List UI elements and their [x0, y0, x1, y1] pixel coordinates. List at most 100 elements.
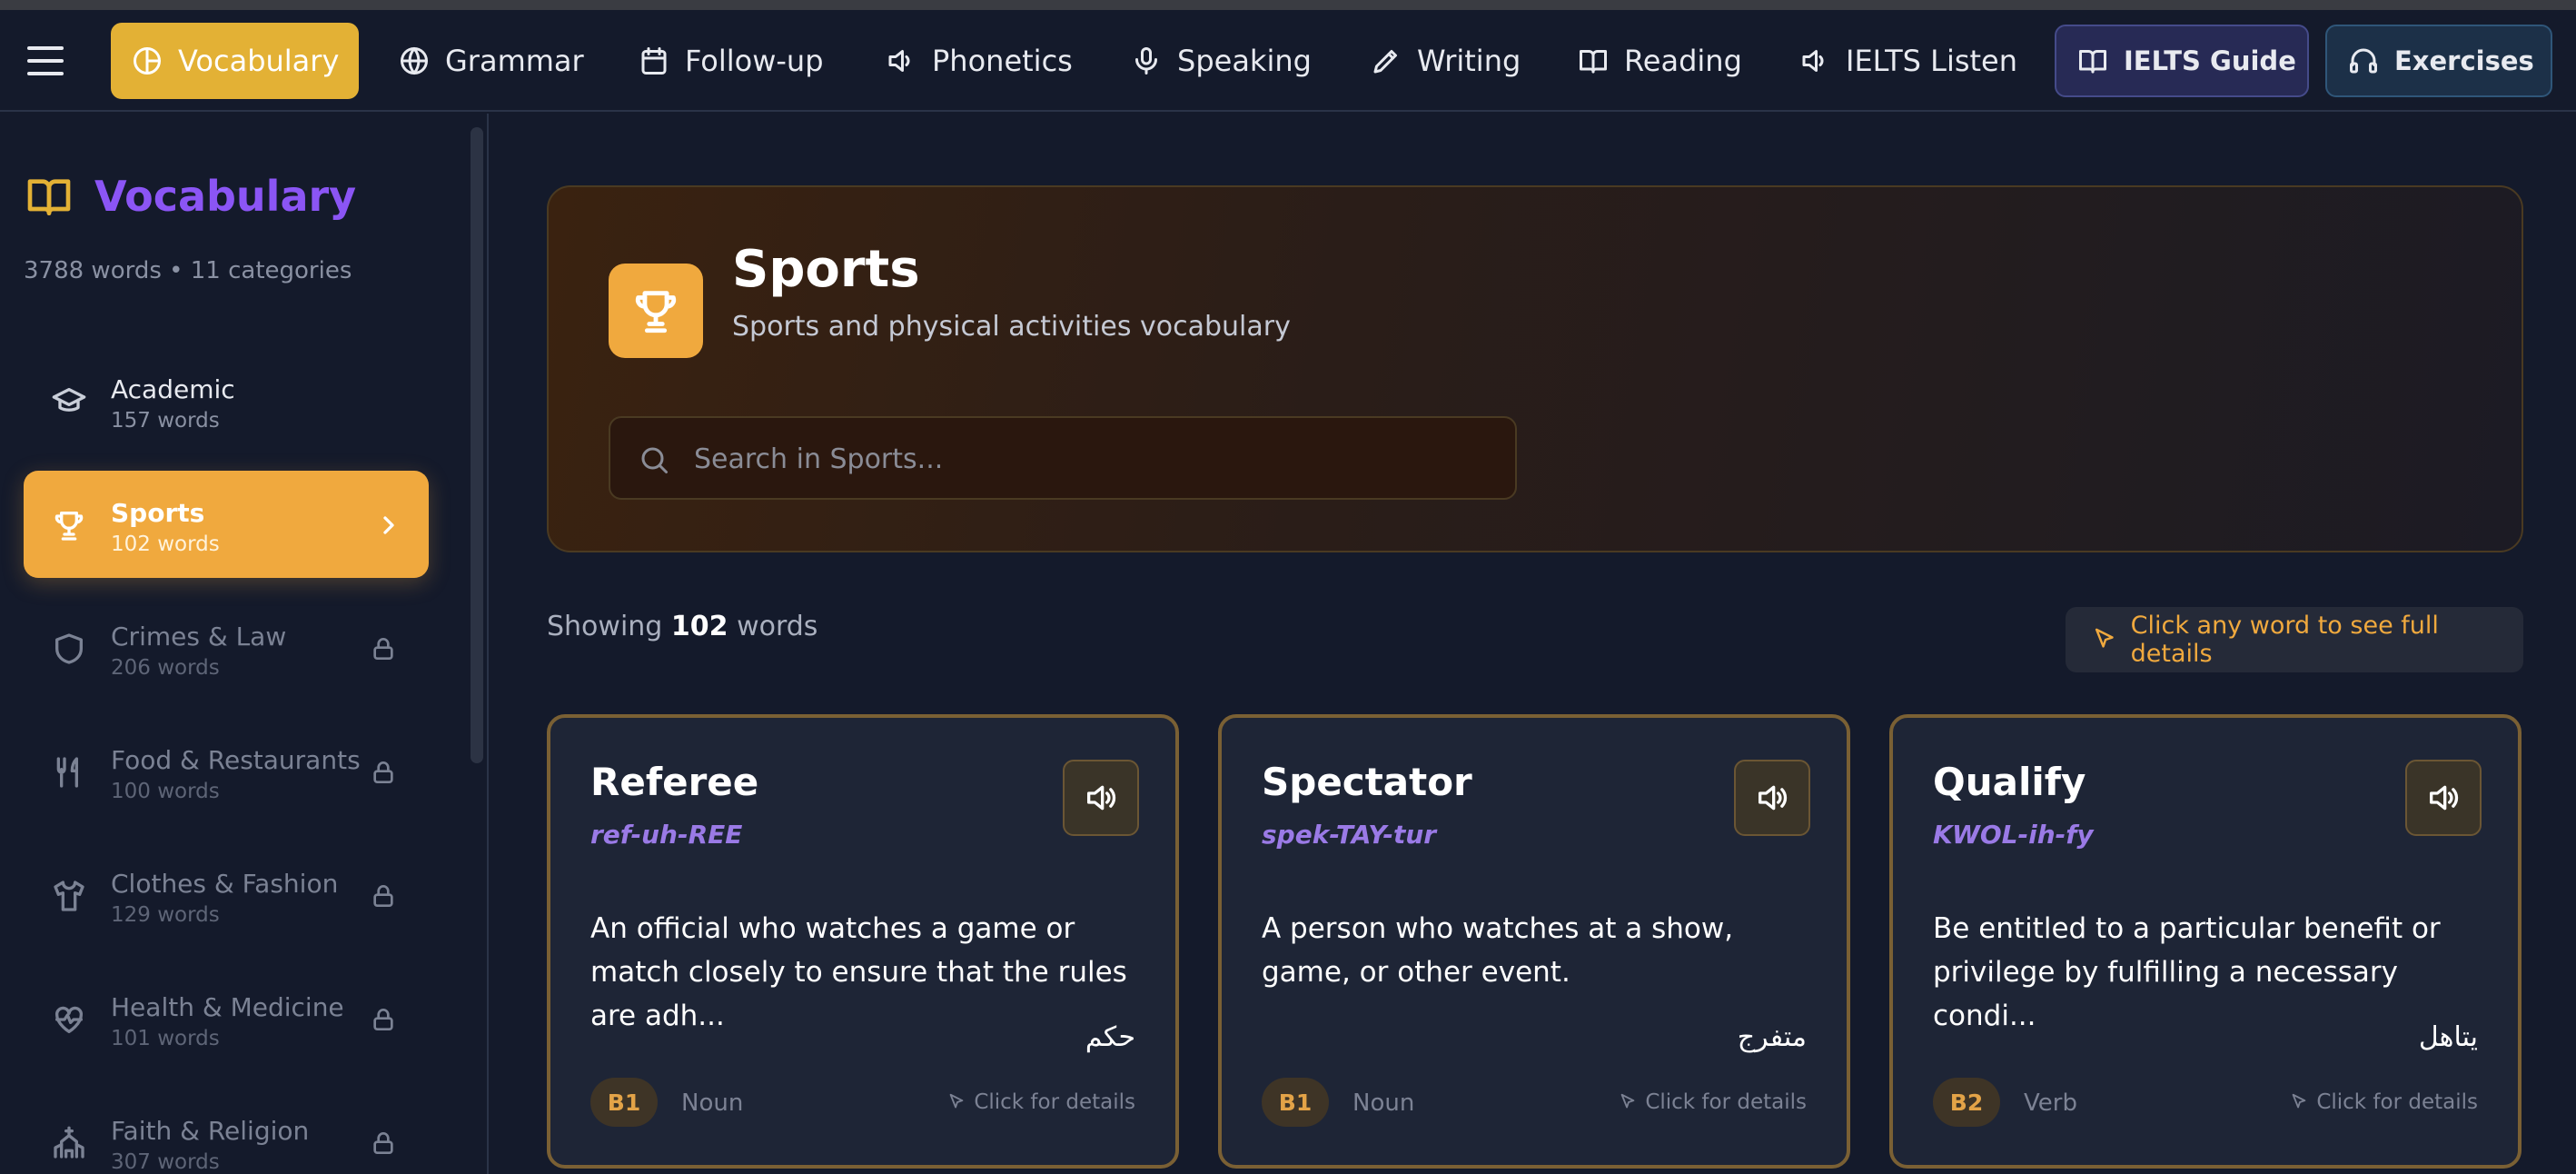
category-name: Academic	[111, 374, 235, 404]
details-label: Click for details	[974, 1090, 1135, 1114]
category-name: Faith & Religion	[111, 1116, 310, 1146]
category-count: 102 words	[111, 532, 220, 556]
exercises-button[interactable]: Exercises	[2325, 25, 2552, 97]
exercises-label: Exercises	[2394, 45, 2534, 76]
category-count: 157 words	[111, 409, 220, 433]
category-faith-religion[interactable]: Faith & Religion 307 words	[24, 1089, 429, 1174]
word-title: Referee	[590, 760, 759, 804]
speaker-icon	[1802, 50, 1824, 72]
details-label: Click for details	[1645, 1090, 1807, 1114]
part-of-speech: Noun	[1352, 1089, 1415, 1117]
category-food-restaurants[interactable]: Food & Restaurants 100 words	[24, 718, 429, 825]
book-open-icon	[27, 179, 71, 216]
book-check-icon	[2079, 50, 2106, 74]
word-card-spectator[interactable]: Spectator spek-TAY-tur A person who watc…	[1218, 714, 1850, 1169]
nav-label: Vocabulary	[178, 44, 340, 78]
category-crimes-law[interactable]: Crimes & Law 206 words	[24, 594, 429, 701]
word-definition: Be entitled to a particular benefit or p…	[1933, 912, 2441, 1032]
pen-icon	[1373, 50, 1397, 74]
word-pronunciation: KWOL-ih-fy	[1933, 820, 2094, 850]
sidebar-title: Vocabulary	[94, 172, 357, 221]
church-icon	[51, 1125, 87, 1161]
shirt-icon	[51, 878, 87, 914]
nav-label: Grammar	[445, 44, 584, 78]
details-label: Click for details	[2316, 1090, 2478, 1114]
lock-icon	[369, 881, 398, 910]
chevron-right-icon	[374, 511, 403, 540]
calendar-icon	[641, 47, 667, 75]
category-academic[interactable]: Academic 157 words	[24, 347, 429, 454]
word-translation: متفرج	[1737, 1021, 1807, 1053]
category-name: Health & Medicine	[111, 992, 344, 1022]
graduation-cap-icon	[51, 383, 87, 420]
search-icon	[641, 447, 668, 473]
book-icon	[1580, 50, 1607, 74]
category-count: 206 words	[111, 656, 220, 680]
level-badge: B2	[1933, 1078, 2000, 1127]
category-count: 101 words	[111, 1027, 220, 1050]
category-name: Food & Restaurants	[111, 745, 361, 775]
details-link[interactable]: Click for details	[1618, 1090, 1807, 1114]
category-hero: Sports Sports and physical activities vo…	[547, 185, 2523, 552]
nav-label: Phonetics	[932, 44, 1073, 78]
guide-label: IELTS Guide	[2124, 45, 2296, 76]
level-badge: B1	[590, 1078, 658, 1127]
nav-ielts-listen[interactable]: IELTS Listen	[1778, 23, 2037, 99]
lock-icon	[369, 634, 398, 663]
cursor-pointer-icon	[1620, 1093, 1635, 1109]
details-link[interactable]: Click for details	[2289, 1090, 2478, 1114]
lock-icon	[369, 758, 398, 787]
mic-icon	[1135, 47, 1157, 75]
shield-icon	[51, 631, 87, 667]
details-link[interactable]: Click for details	[946, 1090, 1135, 1114]
nav-reading[interactable]: Reading	[1557, 23, 1762, 99]
sidebar-header: Vocabulary	[24, 171, 356, 222]
trophy-icon	[609, 264, 703, 358]
part-of-speech: Noun	[681, 1089, 744, 1117]
details-hint: Click any word to see full details	[2066, 607, 2523, 672]
cursor-pointer-icon	[2095, 628, 2114, 648]
play-audio-button[interactable]	[1734, 760, 1810, 836]
speaker-icon	[1759, 785, 1788, 811]
word-pronunciation: spek-TAY-tur	[1262, 820, 1437, 850]
utensils-icon	[51, 754, 87, 791]
search-input[interactable]	[694, 433, 1493, 485]
category-sports[interactable]: Sports 102 words	[24, 471, 429, 578]
nav-vocabulary[interactable]: Vocabulary	[111, 23, 360, 99]
search-field[interactable]	[609, 416, 1517, 500]
nav-label: Speaking	[1177, 44, 1312, 78]
ielts-guide-button[interactable]: IELTS Guide	[2055, 25, 2309, 97]
word-definition: A person who watches at a show, game, or…	[1262, 912, 1734, 989]
play-audio-button[interactable]	[1063, 760, 1139, 836]
nav-label: IELTS Listen	[1846, 44, 2018, 78]
nav-phonetics[interactable]: Phonetics	[865, 23, 1093, 99]
nav-speaking[interactable]: Speaking	[1110, 23, 1332, 99]
menu-icon[interactable]	[27, 46, 64, 75]
nav-follow-up[interactable]: Follow-up	[618, 23, 844, 99]
pie-icon	[134, 47, 161, 75]
sidebar-scrollbar[interactable]	[471, 127, 483, 763]
globe-icon	[401, 47, 428, 75]
word-translation: يتاهل	[2418, 1021, 2478, 1053]
page-title: Sports	[732, 240, 920, 299]
category-name: Clothes & Fashion	[111, 869, 339, 899]
word-title: Spectator	[1262, 760, 1472, 804]
word-definition: An official who watches a game or match …	[590, 912, 1127, 1032]
heart-pulse-icon	[51, 1001, 87, 1038]
category-clothes-fashion[interactable]: Clothes & Fashion 129 words	[24, 841, 429, 949]
cursor-pointer-icon	[949, 1093, 964, 1109]
results-prefix: Showing	[547, 611, 663, 642]
category-health-medicine[interactable]: Health & Medicine 101 words	[24, 965, 429, 1072]
page-subtitle: Sports and physical activities vocabular…	[732, 311, 1291, 343]
word-card-referee[interactable]: Referee ref-uh-REE An official who watch…	[547, 714, 1179, 1169]
category-name: Crimes & Law	[111, 622, 287, 652]
word-card-qualify[interactable]: Qualify KWOL-ih-fy Be entitled to a part…	[1889, 714, 2522, 1169]
nav-grammar[interactable]: Grammar	[378, 23, 604, 99]
speaker-icon	[888, 50, 910, 72]
word-translation: حكم	[1085, 1021, 1135, 1053]
play-audio-button[interactable]	[2405, 760, 2482, 836]
nav-label: Follow-up	[685, 44, 824, 78]
category-count: 307 words	[111, 1150, 220, 1174]
cursor-pointer-icon	[2292, 1093, 2306, 1109]
nav-writing[interactable]: Writing	[1350, 23, 1541, 99]
